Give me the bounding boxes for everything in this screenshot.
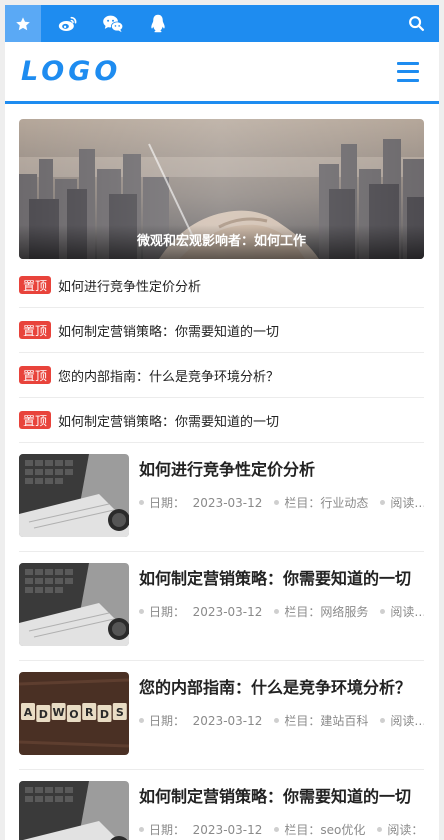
pinned-item[interactable]: 置顶 如何进行竞争性定价分析 <box>19 263 424 308</box>
article-thumbnail-adwords[interactable]: ADWORDS <box>19 672 129 755</box>
article-item[interactable]: 如何制定营销策略：你需要知道的一切 日期： 2023-03-12 栏目：网络服务… <box>19 552 424 661</box>
article-meta: 日期： 2023-03-12 栏目：网络服务 阅读… <box>139 603 424 620</box>
article-body: 您的内部指南：什么是竞争环境分析？ 日期： 2023-03-12 栏目：建站百科… <box>139 672 424 729</box>
article-reads: 阅读… <box>380 494 424 511</box>
reads-text: 阅读… <box>390 496 424 510</box>
social-bar <box>5 5 439 42</box>
article-category: 栏目：行业动态 <box>274 494 368 511</box>
hero-banner[interactable]: 微观和宏观影响者：如何工作 <box>19 119 424 259</box>
pinned-title[interactable]: 如何进行竞争性定价分析 <box>58 276 201 295</box>
date-label: 日期： <box>149 605 186 619</box>
reads-text: 阅读… <box>390 605 424 619</box>
article-title[interactable]: 您的内部指南：什么是竞争环境分析？ <box>139 674 424 698</box>
article-thumbnail-laptop[interactable] <box>19 454 129 537</box>
date-value: 2023-03-12 <box>192 604 263 619</box>
wechat-icon[interactable] <box>95 5 131 42</box>
logo[interactable]: LOGO <box>21 56 121 87</box>
pinned-title[interactable]: 您的内部指南：什么是竞争环境分析？ <box>58 366 279 385</box>
pinned-title[interactable]: 如何制定营销策略：你需要知道的一切 <box>58 321 279 340</box>
article-reads: 阅读… <box>380 603 424 620</box>
pinned-badge: 置顶 <box>19 321 51 339</box>
article-body: 如何制定营销策略：你需要知道的一切 日期： 2023-03-12 栏目：网络服务… <box>139 563 424 620</box>
article-meta: 日期： 2023-03-12 栏目：建站百科 阅读… <box>139 712 424 729</box>
article-date: 日期： 2023-03-12 <box>139 712 262 729</box>
reads-text: 阅读：… <box>387 823 424 837</box>
pinned-item[interactable]: 置顶 如何制定营销策略：你需要知道的一切 <box>19 398 424 443</box>
letter-tile-text: O <box>69 708 78 721</box>
letter-tile-text: D <box>39 708 48 721</box>
article-thumbnail-laptop[interactable] <box>19 781 129 840</box>
pinned-badge: 置顶 <box>19 366 51 384</box>
weibo-icon[interactable] <box>50 5 86 42</box>
pinned-item[interactable]: 置顶 您的内部指南：什么是竞争环境分析？ <box>19 353 424 398</box>
article-meta: 日期： 2023-03-12 栏目：行业动态 阅读… <box>139 494 424 511</box>
article-category: 栏目：seo优化 <box>274 821 365 838</box>
article-body: 如何制定营销策略：你需要知道的一切 日期： 2023-03-12 栏目：seo优… <box>139 781 424 838</box>
date-value: 2023-03-12 <box>192 822 263 837</box>
date-value: 2023-03-12 <box>192 713 263 728</box>
article-category: 栏目：网络服务 <box>274 603 368 620</box>
article-reads: 阅读：… <box>377 821 424 838</box>
star-icon[interactable] <box>5 5 41 42</box>
article-title[interactable]: 如何进行竞争性定价分析 <box>139 456 424 480</box>
article-meta: 日期： 2023-03-12 栏目：seo优化 阅读：… <box>139 821 424 838</box>
category-text[interactable]: 栏目：行业动态 <box>284 494 368 511</box>
article-title[interactable]: 如何制定营销策略：你需要知道的一切 <box>139 783 424 807</box>
date-label: 日期： <box>149 496 186 510</box>
pinned-list: 置顶 如何进行竞争性定价分析 置顶 如何制定营销策略：你需要知道的一切 置顶 您… <box>19 263 424 443</box>
category-text[interactable]: 栏目：建站百科 <box>284 712 368 729</box>
letter-tile-text: D <box>100 708 109 721</box>
article-thumbnail-laptop[interactable] <box>19 563 129 646</box>
qq-icon[interactable] <box>140 5 176 42</box>
page: LOGO 微观和宏观影响者：如何工作 置顶 如何进行竞争性定价分析 置顶 如何制… <box>5 5 439 840</box>
menu-icon[interactable] <box>397 61 419 82</box>
article-item[interactable]: 如何进行竞争性定价分析 日期： 2023-03-12 栏目：行业动态 阅读… <box>19 443 424 552</box>
article-item[interactable]: ADWORDS 您的内部指南：什么是竞争环境分析？ 日期： 2023-03-12… <box>19 661 424 770</box>
article-reads: 阅读… <box>380 712 424 729</box>
category-text[interactable]: 栏目：seo优化 <box>284 821 365 838</box>
date-value: 2023-03-12 <box>192 495 263 510</box>
pinned-badge: 置顶 <box>19 411 51 429</box>
date-label: 日期： <box>149 823 186 837</box>
article-date: 日期： 2023-03-12 <box>139 494 262 511</box>
reads-text: 阅读… <box>390 714 424 728</box>
hero-caption[interactable]: 微观和宏观影响者：如何工作 <box>19 225 424 259</box>
site-header: LOGO <box>5 42 439 104</box>
letter-tile-text: W <box>53 706 65 719</box>
category-text[interactable]: 栏目：网络服务 <box>284 603 368 620</box>
letter-tile-text: S <box>116 706 124 719</box>
letter-tile-text: R <box>85 706 94 719</box>
article-date: 日期： 2023-03-12 <box>139 603 262 620</box>
article-body: 如何进行竞争性定价分析 日期： 2023-03-12 栏目：行业动态 阅读… <box>139 454 424 511</box>
article-date: 日期： 2023-03-12 <box>139 821 262 838</box>
article-title[interactable]: 如何制定营销策略：你需要知道的一切 <box>139 565 424 589</box>
pinned-badge: 置顶 <box>19 276 51 294</box>
pinned-title[interactable]: 如何制定营销策略：你需要知道的一切 <box>58 411 279 430</box>
pinned-item[interactable]: 置顶 如何制定营销策略：你需要知道的一切 <box>19 308 424 353</box>
date-label: 日期： <box>149 714 186 728</box>
article-category: 栏目：建站百科 <box>274 712 368 729</box>
article-item[interactable]: 如何制定营销策略：你需要知道的一切 日期： 2023-03-12 栏目：seo优… <box>19 770 424 840</box>
letter-tile-text: A <box>24 706 33 719</box>
search-icon[interactable] <box>408 5 425 42</box>
article-list: 如何进行竞争性定价分析 日期： 2023-03-12 栏目：行业动态 阅读… 如… <box>19 443 424 840</box>
